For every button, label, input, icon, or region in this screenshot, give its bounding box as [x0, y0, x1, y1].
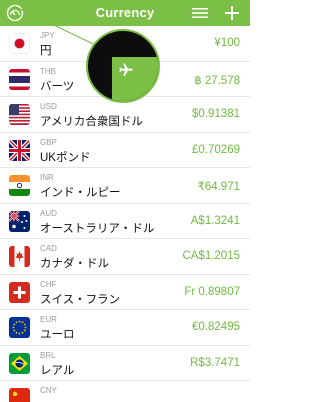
- currency-row-cad[interactable]: CAD カナダ・ドル CA$1.2015: [0, 239, 250, 275]
- page-title: Currency: [95, 5, 155, 20]
- currency-value[interactable]: ¥100: [214, 37, 240, 49]
- currency-code: USD: [40, 102, 57, 111]
- japan-flag-icon: [9, 33, 30, 54]
- currency-value[interactable]: $0.91381: [192, 108, 240, 120]
- uk-flag-icon: [9, 139, 30, 161]
- currency-name: レアル: [40, 364, 75, 377]
- currency-value[interactable]: A$1.3241: [191, 215, 240, 227]
- currency-code: AUD: [40, 208, 57, 218]
- currency-name: 円: [40, 45, 52, 57]
- currency-row-brl[interactable]: BRL レアル R$3.7471: [0, 346, 250, 381]
- currency-row-aud[interactable]: AUD オーストラリア・ドル A$1.3241: [0, 204, 250, 239]
- currency-name: バーツ: [40, 80, 75, 93]
- canada-flag-icon: [9, 246, 30, 267]
- usa-flag-icon: [9, 104, 30, 125]
- brazil-flag-icon: [9, 352, 30, 374]
- china-flag-icon: [9, 388, 30, 402]
- currency-value[interactable]: Fr 0.89807: [184, 286, 240, 298]
- currency-code: THB: [40, 66, 56, 76]
- currency-name: アメリカ合衆国ドル: [40, 116, 143, 128]
- menu-icon[interactable]: [191, 6, 209, 20]
- currency-name: オーストラリア・ドル: [40, 222, 155, 235]
- currency-code: CNY: [40, 386, 57, 395]
- currency-code: JPY: [40, 31, 55, 40]
- currency-value[interactable]: €0.82495: [192, 321, 240, 333]
- currency-name: カナダ・ドル: [40, 258, 109, 270]
- currency-code: BRL: [40, 350, 56, 360]
- currency-code: CAD: [40, 244, 57, 253]
- app-header: Currency: [0, 0, 250, 26]
- currency-value[interactable]: CA$1.2015: [182, 250, 240, 262]
- currency-value[interactable]: £0.70269: [192, 144, 240, 156]
- airplane-icon: [119, 63, 133, 76]
- india-flag-icon: [9, 175, 30, 196]
- currency-name: ユーロ: [40, 329, 75, 341]
- currency-row-cny[interactable]: CNY: [0, 381, 250, 402]
- switzerland-flag-icon: [9, 281, 30, 303]
- currency-code: INR: [40, 173, 54, 182]
- eu-flag-icon: [9, 317, 30, 338]
- australia-flag-icon: [9, 210, 30, 232]
- currency-value[interactable]: ₹64.971: [198, 179, 241, 193]
- plus-icon[interactable]: [223, 4, 241, 22]
- currency-value[interactable]: ฿ 27.578: [194, 73, 240, 87]
- currency-value[interactable]: R$3.7471: [190, 357, 240, 369]
- currency-row-gbp[interactable]: GBP UKポンド £0.70269: [0, 133, 250, 168]
- currency-row-chf[interactable]: CHF スイス・フラン Fr 0.89807: [0, 275, 250, 310]
- thailand-flag-icon: [9, 68, 30, 90]
- currency-name: UKポンド: [40, 151, 91, 164]
- currency-code: CHF: [40, 279, 57, 289]
- currency-row-eur[interactable]: EUR ユーロ €0.82495: [0, 310, 250, 346]
- currency-row-inr[interactable]: INR インド・ルピー ₹64.971: [0, 168, 250, 204]
- tutorial-magnifier: [86, 29, 160, 103]
- currency-code: EUR: [40, 315, 57, 324]
- currency-name: インド・ルピー: [40, 187, 121, 199]
- currency-code: GBP: [40, 137, 57, 147]
- currency-name: スイス・フラン: [40, 293, 121, 306]
